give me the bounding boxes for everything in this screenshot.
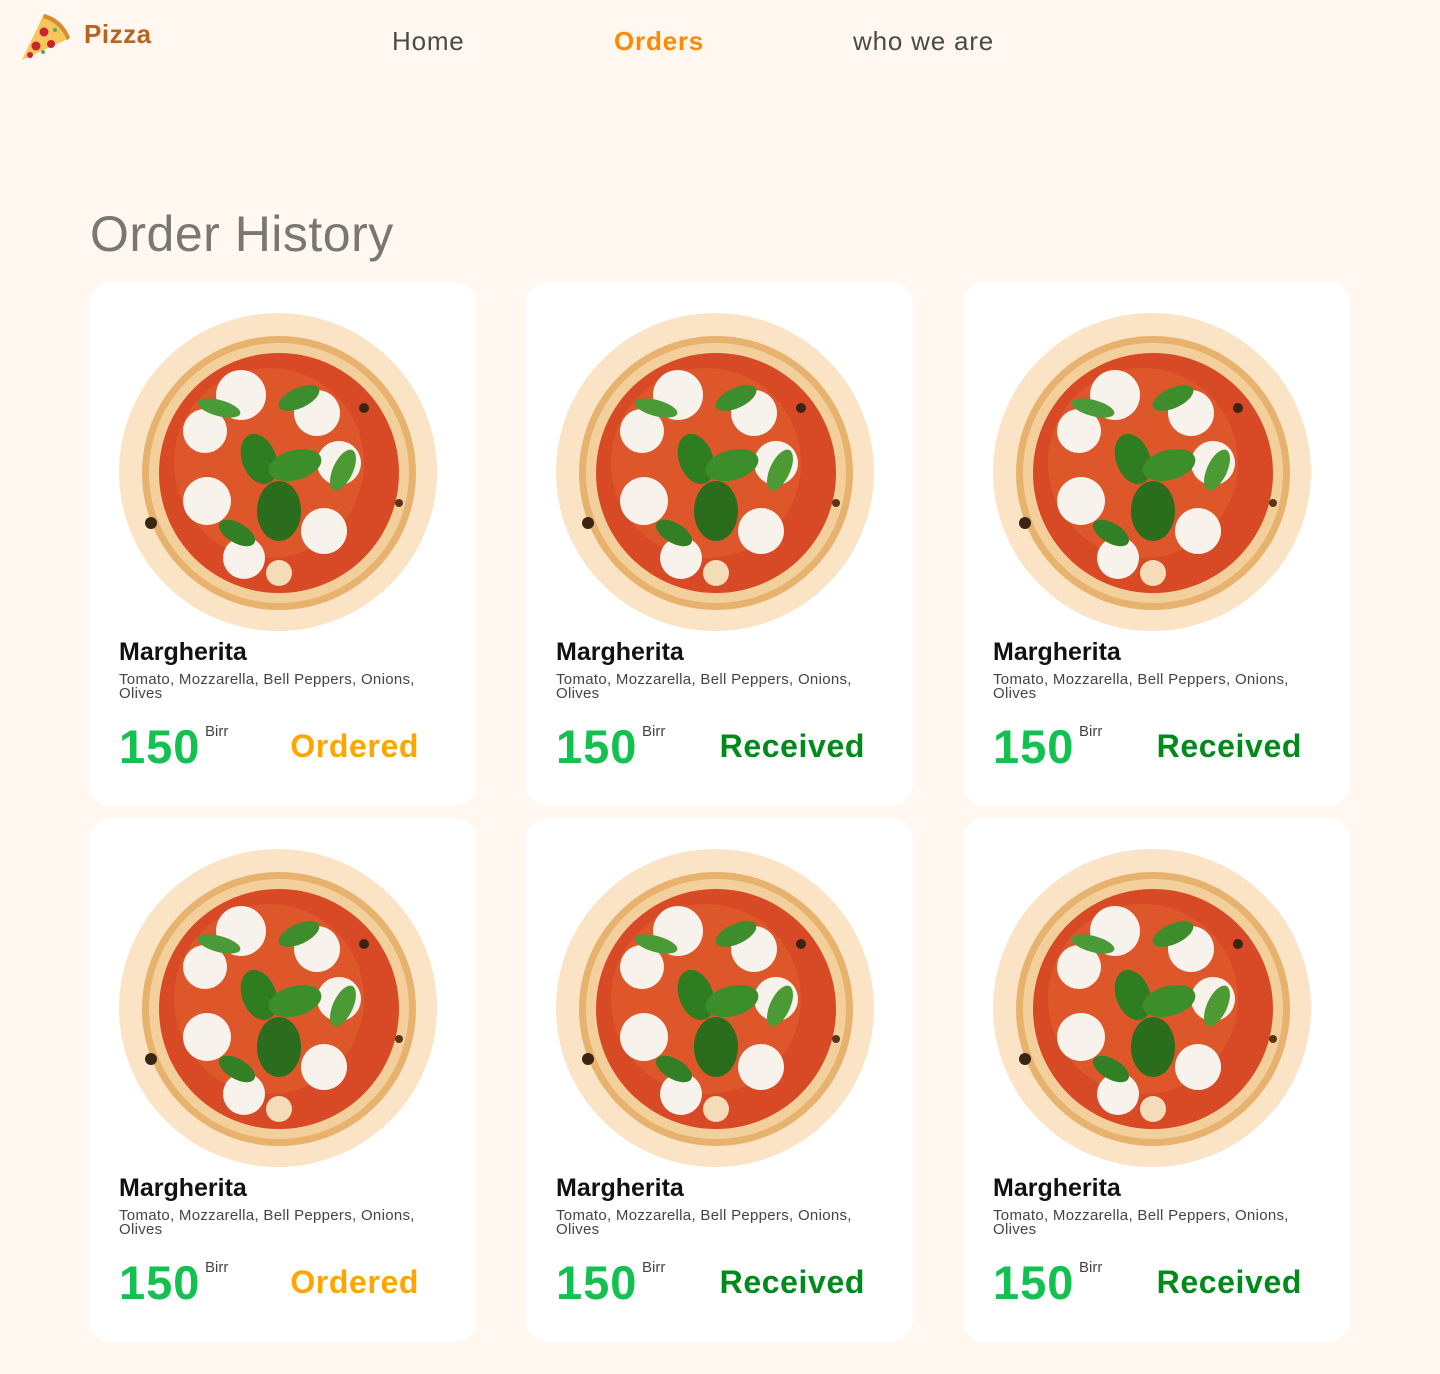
pizza-ingredients: Tomato, Mozzarella, Bell Peppers, Onions…	[119, 1207, 415, 1238]
order-status: Received	[1156, 728, 1302, 764]
pizza-image	[993, 849, 1311, 1167]
price-currency: Birr	[642, 723, 666, 740]
order-status: Received	[719, 728, 865, 764]
order-status: Ordered	[290, 728, 419, 764]
pizza-name: Margherita	[556, 638, 684, 666]
brand-logo[interactable]: Pizza	[18, 10, 152, 64]
pizza-name: Margherita	[119, 1174, 247, 1202]
price-currency: Birr	[642, 1259, 666, 1276]
pizza-image	[993, 313, 1311, 631]
pizza-name: Margherita	[119, 638, 247, 666]
brand-name: Pizza	[84, 18, 152, 49]
pizza-name: Margherita	[993, 1174, 1121, 1202]
pizza-slice-icon	[22, 14, 70, 60]
pizza-ingredients: Tomato, Mozzarella, Bell Peppers, Onions…	[993, 671, 1289, 702]
page-title: Order History	[90, 206, 394, 262]
price-currency: Birr	[205, 723, 229, 740]
order-card[interactable]: Margherita Tomato, Mozzarella, Bell Pepp…	[89, 282, 476, 806]
price-value: 150	[993, 1256, 1075, 1309]
order-card[interactable]: Margherita Tomato, Mozzarella, Bell Pepp…	[89, 818, 476, 1342]
price-value: 150	[556, 1256, 638, 1309]
pizza-ingredients: Tomato, Mozzarella, Bell Peppers, Onions…	[556, 1207, 852, 1238]
price-currency: Birr	[205, 1259, 229, 1276]
order-card[interactable]: Margherita Tomato, Mozzarella, Bell Pepp…	[526, 282, 913, 806]
order-card[interactable]: Margherita Tomato, Mozzarella, Bell Pepp…	[526, 818, 913, 1342]
order-status: Ordered	[290, 1264, 419, 1300]
nav-link-who-we-are[interactable]: who we are	[853, 26, 994, 57]
pizza-name: Margherita	[993, 638, 1121, 666]
pizza-image	[119, 849, 437, 1167]
pizza-name: Margherita	[556, 1174, 684, 1202]
price-value: 150	[556, 720, 638, 773]
price-value: 150	[119, 720, 201, 773]
order-grid: Margherita Tomato, Mozzarella, Bell Pepp…	[89, 282, 1350, 1342]
order-status: Received	[719, 1264, 865, 1300]
top-nav: Pizza Home Orders who we are	[0, 0, 1440, 90]
pizza-image	[556, 313, 874, 631]
price-value: 150	[119, 1256, 201, 1309]
pizza-image	[119, 313, 437, 631]
price-currency: Birr	[1079, 723, 1103, 740]
order-card[interactable]: Margherita Tomato, Mozzarella, Bell Pepp…	[963, 818, 1350, 1342]
pizza-ingredients: Tomato, Mozzarella, Bell Peppers, Onions…	[993, 1207, 1289, 1238]
pizza-ingredients: Tomato, Mozzarella, Bell Peppers, Onions…	[556, 671, 852, 702]
price-currency: Birr	[1079, 1259, 1103, 1276]
order-status: Received	[1156, 1264, 1302, 1300]
pizza-ingredients: Tomato, Mozzarella, Bell Peppers, Onions…	[119, 671, 415, 702]
nav-link-orders[interactable]: Orders	[614, 26, 704, 57]
nav-link-home[interactable]: Home	[392, 26, 465, 57]
price-value: 150	[993, 720, 1075, 773]
pizza-image	[556, 849, 874, 1167]
order-card[interactable]: Margherita Tomato, Mozzarella, Bell Pepp…	[963, 282, 1350, 806]
